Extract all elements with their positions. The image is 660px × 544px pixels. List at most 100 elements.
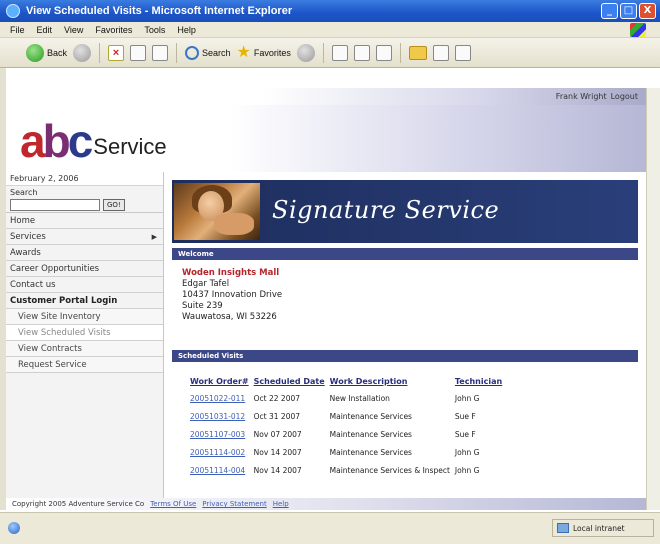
work-order-link[interactable]: 20051107-003 <box>190 427 254 445</box>
maximize-button[interactable]: □ <box>620 3 637 19</box>
terms-of-use-link[interactable]: Terms Of Use <box>150 500 196 508</box>
photo-arm <box>214 213 254 235</box>
scheduled-date: Nov 14 2007 <box>253 466 302 475</box>
minimize-button[interactable]: _ <box>601 3 618 19</box>
table-row: 20051114-002 Nov 14 2007 Maintenance Ser… <box>190 445 507 463</box>
nav-item-request-service[interactable]: Request Service <box>6 357 163 373</box>
privacy-statement-link[interactable]: Privacy Statement <box>202 500 266 508</box>
menu-bar: File Edit View Favorites Tools Help <box>0 22 660 38</box>
nav-label: Awards <box>10 247 41 258</box>
nav-label: Contact us <box>10 279 56 290</box>
work-order-link[interactable]: 20051114-002 <box>190 445 254 463</box>
toolbar-separator <box>176 42 178 63</box>
back-arrow-icon <box>26 43 44 62</box>
banner-title: Signature Service <box>272 196 500 224</box>
nav-item-customer-portal-login[interactable]: Customer Portal Login <box>6 293 163 309</box>
table-header-row: Work Order# Scheduled Date Work Descript… <box>190 376 507 391</box>
history-icon[interactable] <box>296 43 315 62</box>
menu-view[interactable]: View <box>64 25 83 35</box>
mail-icon[interactable] <box>331 44 348 61</box>
menu-tools[interactable]: Tools <box>144 25 165 35</box>
menu-edit[interactable]: Edit <box>37 25 53 35</box>
scheduled-visits-header: Scheduled Visits <box>172 350 638 362</box>
site-search-input[interactable] <box>10 198 100 211</box>
abc-service-logo[interactable]: a b c Service <box>20 115 167 167</box>
scheduled-date: Oct 31 2007 <box>253 412 301 421</box>
edit-icon[interactable] <box>375 44 392 61</box>
back-label: Back <box>47 47 68 58</box>
nav-item-services[interactable]: Services ▶ <box>6 229 163 245</box>
company-name: Woden Insights Mall <box>182 268 280 278</box>
search-go-button[interactable]: GO! <box>103 198 125 211</box>
stop-icon[interactable]: × <box>108 44 125 61</box>
logout-link[interactable]: Logout <box>611 92 638 101</box>
table-row: 20051031-012 Oct 31 2007 Maintenance Ser… <box>190 409 507 427</box>
signature-service-banner: Signature Service <box>172 180 638 243</box>
column-scheduled-date[interactable]: Scheduled Date <box>254 376 330 391</box>
nav-item-career-opportunities[interactable]: Career Opportunities <box>6 261 163 277</box>
address-city: Wauwatosa, WI 53226 <box>182 312 277 322</box>
tools-icon[interactable] <box>454 44 471 61</box>
favorites-label: Favorites <box>253 47 291 58</box>
work-description: Maintenance Services & Inspect <box>329 466 450 475</box>
nav-item-home[interactable]: Home <box>6 213 163 229</box>
column-work-description[interactable]: Work Description <box>330 376 455 391</box>
nav-label: Services <box>10 231 46 242</box>
work-description: Maintenance Services <box>329 430 412 439</box>
nav-item-view-scheduled-visits[interactable]: View Scheduled Visits <box>6 325 163 341</box>
table-row: 20051107-003 Nov 07 2007 Maintenance Ser… <box>190 427 507 445</box>
nav-item-view-site-inventory[interactable]: View Site Inventory <box>6 309 163 325</box>
nav-item-view-contracts[interactable]: View Contracts <box>6 341 163 357</box>
nav-item-awards[interactable]: Awards <box>6 245 163 261</box>
vertical-scrollbar[interactable] <box>646 88 660 510</box>
logo-letter-b: b <box>42 115 71 167</box>
back-button[interactable]: Back <box>26 43 68 62</box>
column-technician[interactable]: Technician <box>455 376 507 391</box>
favorites-star-icon: ★ <box>236 43 251 61</box>
folder-icon[interactable] <box>408 45 427 60</box>
close-button[interactable]: X <box>639 3 656 19</box>
work-order-link[interactable]: 20051031-012 <box>190 409 254 427</box>
intranet-icon <box>557 523 569 533</box>
messenger-icon[interactable] <box>432 44 449 61</box>
search-button[interactable]: Search <box>185 45 231 60</box>
favorites-button[interactable]: ★ Favorites <box>236 43 291 61</box>
banner-photo <box>174 183 260 240</box>
work-description: New Installation <box>329 394 390 403</box>
user-bar: Frank Wright Logout <box>6 88 646 105</box>
search-label: Search <box>10 188 38 197</box>
left-navigation: February 2, 2006 Search GO! Home Service… <box>6 172 164 498</box>
current-date: February 2, 2006 <box>6 172 163 186</box>
windows-flag-icon <box>630 23 646 37</box>
nav-label: Career Opportunities <box>10 263 100 274</box>
title-bar: View Scheduled Visits - Microsoft Intern… <box>0 0 660 22</box>
page-done-icon <box>8 522 20 534</box>
window-controls: _ □ X <box>601 3 656 19</box>
technician: Sue F <box>454 412 476 421</box>
security-zone: Local intranet <box>552 519 654 537</box>
menu-help[interactable]: Help <box>177 25 196 35</box>
status-bar: Local intranet <box>0 512 660 544</box>
work-description: Maintenance Services <box>329 412 412 421</box>
nav-label: View Contracts <box>18 343 82 354</box>
refresh-icon[interactable] <box>130 44 147 61</box>
technician: John G <box>454 466 480 475</box>
menu-favorites[interactable]: Favorites <box>95 25 132 35</box>
print-icon[interactable] <box>353 44 370 61</box>
work-order-link[interactable]: 20051022-011 <box>190 391 254 409</box>
nav-item-contact-us[interactable]: Contact us <box>6 277 163 293</box>
user-name: Frank Wright <box>555 92 607 101</box>
search-label: Search <box>202 47 231 58</box>
home-icon[interactable] <box>152 44 169 61</box>
toolbar-separator <box>322 42 324 63</box>
menu-file[interactable]: File <box>10 25 25 35</box>
chevron-right-icon: ▶ <box>151 232 157 241</box>
scheduled-date: Nov 07 2007 <box>253 430 302 439</box>
logo-band: a b c Service <box>6 105 646 172</box>
help-link[interactable]: Help <box>273 500 289 508</box>
forward-arrow-icon[interactable] <box>73 43 92 62</box>
technician: John G <box>454 448 480 457</box>
toolbar-separator <box>399 42 401 63</box>
column-work-order[interactable]: Work Order# <box>190 376 254 391</box>
work-order-link[interactable]: 20051114-004 <box>190 463 254 481</box>
